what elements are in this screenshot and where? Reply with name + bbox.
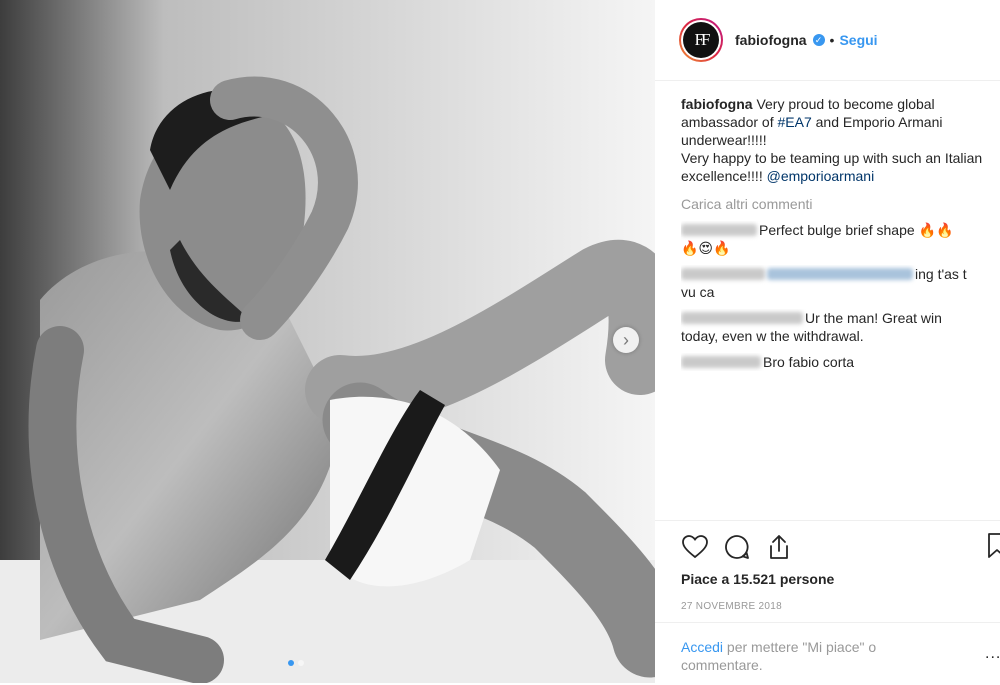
bookmark-icon[interactable] [988,533,1000,561]
comment-text: ing t'as t [915,266,967,282]
comments-list: fabiofogna Very proud to become global a… [681,95,1000,371]
comment-text-line2: vu ca [681,284,715,300]
comment-text: Perfect bulge brief shape 🔥🔥 [759,222,954,238]
follow-button[interactable]: Segui [839,32,877,48]
carousel-dot [288,660,294,666]
post-header: FF fabiofogna ✓ • Segui [655,0,1000,81]
hashtag-link[interactable]: #EA7 [778,114,812,130]
blurred-username [681,224,757,236]
avatar-ring[interactable]: FF [679,18,723,62]
comment-text: Ur the man! Great win [805,310,942,326]
header-separator: • [829,32,835,48]
comment-text: Bro fabio corta [763,354,855,370]
blurred-username [681,268,765,280]
avatar: FF [683,22,719,58]
comment-item: Perfect bulge brief shape 🔥🔥 🔥😍🔥 [681,221,1000,257]
caption-username[interactable]: fabiofogna [681,96,753,112]
login-prompt: Accedi per mettere "Mi piace" o commenta… [655,622,1000,685]
likes-count[interactable]: Piace a 15.521 persone [681,571,834,587]
post-side-panel: FF fabiofogna ✓ • Segui fabiofogna Very … [655,0,1000,683]
blurred-mention [767,268,913,280]
photo-illustration [0,0,655,683]
comment-item: ing t'as t vu ca [681,265,1000,301]
header-username[interactable]: fabiofogna [735,32,807,48]
chevron-right-icon: › [623,330,629,350]
comment-item: Ur the man! Great win today, even w the … [681,309,1000,345]
login-text: Accedi per mettere "Mi piace" o commenta… [681,638,941,674]
comment-text-line2: today, even w the withdrawal. [681,328,864,344]
verified-badge-icon: ✓ [812,34,825,46]
post-photo[interactable]: › [0,0,655,683]
carousel-dot [298,660,304,666]
share-icon[interactable] [765,533,793,561]
login-link[interactable]: Accedi [681,639,723,655]
heart-icon[interactable] [681,533,709,561]
blurred-username [681,312,803,324]
carousel-indicator [288,660,304,666]
post-date: 27 NOVEMBRE 2018 [681,601,782,612]
action-icons [681,533,793,561]
more-options-button[interactable]: ... [985,645,1000,663]
post-caption: fabiofogna Very proud to become global a… [681,95,1000,185]
comment-icon[interactable] [723,533,751,561]
load-more-comments-button[interactable]: Carica altri commenti [681,195,1000,213]
blurred-username [681,356,761,368]
comment-text-line2: 🔥😍🔥 [681,240,731,256]
post-actions: Piace a 15.521 persone 27 NOVEMBRE 2018 … [655,520,1000,673]
carousel-next-button[interactable]: › [613,327,639,353]
mention-link[interactable]: @emporioarmani [767,168,875,184]
comment-item: Bro fabio corta [681,353,1000,371]
